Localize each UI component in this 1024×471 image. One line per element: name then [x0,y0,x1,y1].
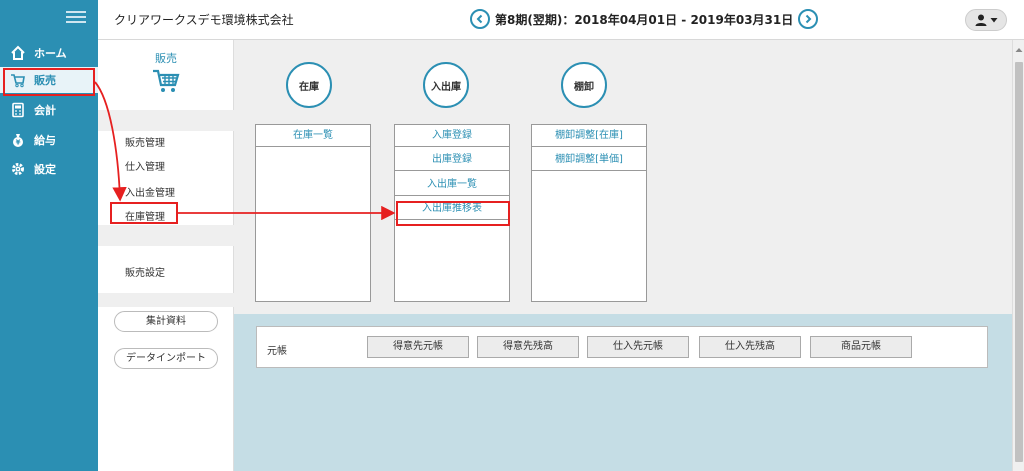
submenu-link-payment-management[interactable]: 入出金管理 [125,184,175,199]
annotation-box-sales-nav [3,68,95,96]
next-period-button[interactable] [798,9,819,29]
customer-ledger-button[interactable]: 得意先元帳 [367,336,469,358]
calculator-icon [10,102,26,118]
divider [98,225,234,246]
period-selector: 第8期(翌期)：2018年04月01日 - 2019年03月31日 [470,9,819,29]
group-heading-stocktake: 棚卸 [561,62,607,108]
stocktake-adjust-price-button[interactable]: 棚卸調整[単価] [532,149,646,171]
submenu-title: 販売 [155,52,177,65]
nav-item-payroll[interactable]: ¥ 給与 [0,127,98,153]
ledger-box: 元帳 得意先元帳 得意先残高 仕入先元帳 仕入先残高 商品元帳 [256,326,988,368]
hamburger-menu-icon[interactable] [66,8,86,24]
stock-panel: 在庫一覧 [255,124,371,302]
annotation-box-in-out-transition [396,201,510,226]
annotation-box-inventory-management [110,202,178,224]
scroll-up-arrow-icon [1015,48,1023,52]
caret-down-icon [990,18,998,23]
svg-text:¥: ¥ [16,139,21,147]
submenu-link-sales-settings[interactable]: 販売設定 [125,264,165,279]
nav-item-label: 設定 [34,163,56,176]
stocktake-adjust-stock-button[interactable]: 棚卸調整[在庫] [532,125,646,147]
divider [98,110,234,131]
money-bag-icon: ¥ [10,132,26,148]
shipment-entry-button[interactable]: 出庫登録 [395,149,509,171]
home-icon [10,45,26,61]
submenu-link-sales-management[interactable]: 販売管理 [125,134,165,149]
group-heading-in-out: 入出庫 [423,62,469,108]
submenu-header: 販売 [98,40,234,110]
divider [98,293,234,307]
header: クリアワークスデモ環境株式会社 第8期(翌期)：2018年04月01日 - 20… [98,0,1024,40]
chevron-right-icon [806,14,812,24]
supplier-balance-button[interactable]: 仕入先残高 [699,336,801,358]
receipt-entry-button[interactable]: 入庫登録 [395,125,509,147]
data-import-button[interactable]: データインポート [114,348,218,369]
nav-item-label: 会計 [34,104,56,117]
company-name: クリアワークスデモ環境株式会社 [114,13,294,27]
cart-icon [152,68,180,97]
nav-item-accounting[interactable]: 会計 [0,97,98,123]
ledger-label: 元帳 [267,346,287,357]
nav-item-home[interactable]: ホーム [0,40,98,66]
nav-item-label: 給与 [34,134,56,147]
gear-icon [10,161,26,177]
user-icon [975,14,987,26]
period-label: 第8期(翌期)：2018年04月01日 - 2019年03月31日 [495,12,794,27]
scroll-thumb[interactable] [1015,62,1023,462]
supplier-ledger-button[interactable]: 仕入先元帳 [587,336,689,358]
user-menu-button[interactable] [965,9,1007,31]
prev-period-button[interactable] [470,9,490,29]
summary-report-button[interactable]: 集計資料 [114,311,218,332]
submenu-link-purchase-management[interactable]: 仕入管理 [125,158,165,173]
group-heading-stock: 在庫 [286,62,332,108]
customer-balance-button[interactable]: 得意先残高 [477,336,579,358]
product-ledger-button[interactable]: 商品元帳 [810,336,912,358]
vertical-scrollbar[interactable] [1012,40,1024,471]
ledger-area: 元帳 得意先元帳 得意先残高 仕入先元帳 仕入先残高 商品元帳 [234,314,1012,471]
in-out-list-button[interactable]: 入出庫一覧 [395,174,509,196]
sales-submenu: 販売 販売管理 仕入管理 入出金管理 在庫管理 販売設定 集計資料 データインポ… [98,40,234,471]
stocktake-panel: 棚卸調整[在庫] 棚卸調整[単価] [531,124,647,302]
nav-item-settings[interactable]: 設定 [0,156,98,182]
stock-list-button[interactable]: 在庫一覧 [256,125,370,147]
nav-item-label: ホーム [34,47,67,60]
chevron-left-icon [476,14,483,24]
